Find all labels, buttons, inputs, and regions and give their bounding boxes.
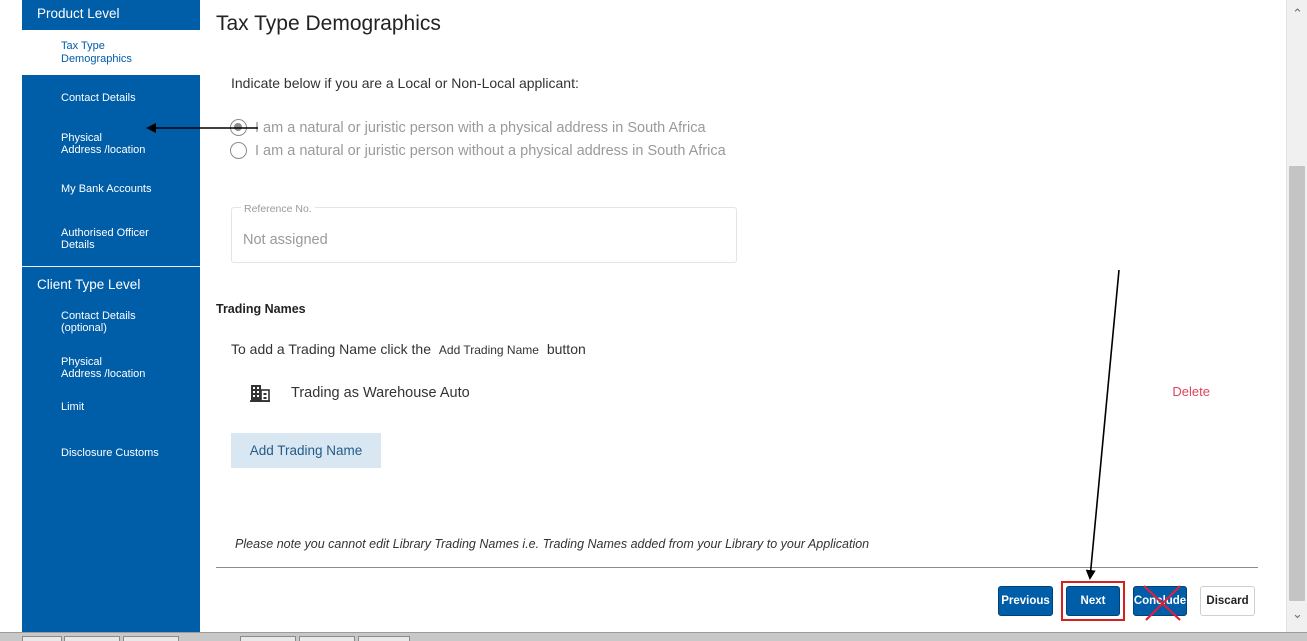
- delete-trading-name-link[interactable]: Delete: [1172, 384, 1210, 399]
- trading-name-entry: Trading as Warehouse Auto Delete: [250, 382, 1210, 404]
- library-trading-names-note: Please note you cannot edit Library Trad…: [235, 537, 870, 551]
- scroll-up-icon[interactable]: ⌃: [1287, 6, 1307, 24]
- radio-nonlocal-label: I am a natural or juristic person withou…: [255, 142, 726, 159]
- taskbar-slot[interactable]: [299, 636, 355, 641]
- instruction-button-reference: Add Trading Name: [438, 343, 539, 357]
- sidebar-item-label: Details: [61, 239, 95, 251]
- sidebar-item-label: Disclosure Customs: [61, 446, 159, 459]
- main-content: Tax Type Demographics Indicate below if …: [200, 0, 1272, 632]
- sidebar-item-contact-details[interactable]: Contact Details: [22, 75, 200, 121]
- taskbar-slot[interactable]: [123, 636, 179, 641]
- sidebar-item-tax-type-demographics[interactable]: Tax Type Demographics: [22, 30, 200, 75]
- sidebar-item-label: (optional): [61, 322, 107, 334]
- applicant-type-instruction: Indicate below if you are a Local or Non…: [231, 75, 579, 91]
- sidebar-item-label: Address /location: [61, 368, 146, 380]
- radio-button-checked[interactable]: [230, 119, 247, 136]
- left-gutter: [0, 0, 22, 632]
- instruction-text: To add a Trading Name click the: [231, 341, 431, 357]
- add-trading-name-instruction: To add a Trading Name click the Add Trad…: [231, 341, 586, 357]
- sidebar-item-physical-address[interactable]: Physical Address /location: [22, 121, 200, 167]
- building-icon: [250, 385, 270, 402]
- next-button-highlight: [1061, 581, 1125, 621]
- taskbar-slot[interactable]: [240, 636, 296, 641]
- sidebar-item-bank-accounts[interactable]: My Bank Accounts: [22, 167, 200, 212]
- taskbar-slot[interactable]: [22, 636, 62, 641]
- sidebar-item-label: Authorised Officer: [61, 226, 149, 239]
- footer-divider: [216, 567, 1258, 568]
- reference-number-field: Reference No. Not assigned: [231, 203, 737, 263]
- sidebar-item-label: Tax Type: [61, 40, 105, 52]
- sidebar-item-label: Contact Details: [61, 309, 136, 322]
- radio-local-applicant[interactable]: I am a natural or juristic person with a…: [230, 119, 706, 136]
- reference-number-label: Reference No.: [241, 203, 315, 215]
- sidebar-item-disclosure-customs[interactable]: Disclosure Customs: [22, 422, 200, 484]
- discard-button[interactable]: Discard: [1200, 586, 1255, 616]
- sidebar-heading-client-type-level: Client Type Level: [22, 266, 200, 300]
- conclude-button[interactable]: Conclude: [1133, 586, 1187, 616]
- sidebar-item-label: Address /location: [61, 144, 146, 156]
- sidebar-nav: Product Level Tax Type Demographics Cont…: [22, 0, 200, 632]
- previous-button[interactable]: Previous: [998, 586, 1053, 616]
- radio-local-label: I am a natural or juristic person with a…: [255, 119, 706, 136]
- taskbar-slot[interactable]: [64, 636, 120, 641]
- sidebar-item-label: Physical: [61, 355, 102, 368]
- sidebar-item-limit[interactable]: Limit: [22, 392, 200, 422]
- taskbar-slot[interactable]: [358, 636, 410, 641]
- sidebar-item-client-contact-details[interactable]: Contact Details (optional): [22, 300, 200, 344]
- sidebar-item-label: My Bank Accounts: [61, 183, 152, 196]
- scrollbar-thumb[interactable]: [1289, 166, 1305, 601]
- sidebar-item-label: Contact Details: [61, 91, 136, 104]
- page-title: Tax Type Demographics: [216, 12, 441, 35]
- sidebar-item-label: Limit: [61, 400, 85, 413]
- trading-name-text: Trading as Warehouse Auto: [291, 385, 470, 401]
- radio-nonlocal-applicant[interactable]: I am a natural or juristic person withou…: [230, 142, 726, 159]
- scroll-down-icon[interactable]: ⌄: [1287, 606, 1307, 624]
- radio-button-unchecked[interactable]: [230, 142, 247, 159]
- application-window: Product Level Tax Type Demographics Cont…: [0, 0, 1307, 641]
- sidebar-heading-product-level: Product Level: [37, 6, 120, 21]
- add-trading-name-button[interactable]: Add Trading Name: [231, 433, 381, 468]
- instruction-text: button: [546, 341, 586, 357]
- sidebar-item-label: Physical: [61, 131, 102, 144]
- sidebar-item-client-physical-address[interactable]: Physical Address /location: [22, 344, 200, 392]
- vertical-scrollbar[interactable]: ⌃ ⌄: [1286, 0, 1307, 632]
- sidebar-item-authorised-officer[interactable]: Authorised Officer Details: [22, 212, 200, 266]
- taskbar: [0, 632, 1307, 641]
- reference-number-value: Not assigned: [243, 232, 328, 248]
- sidebar-item-label: Demographics: [61, 52, 132, 65]
- trading-names-heading: Trading Names: [216, 302, 306, 316]
